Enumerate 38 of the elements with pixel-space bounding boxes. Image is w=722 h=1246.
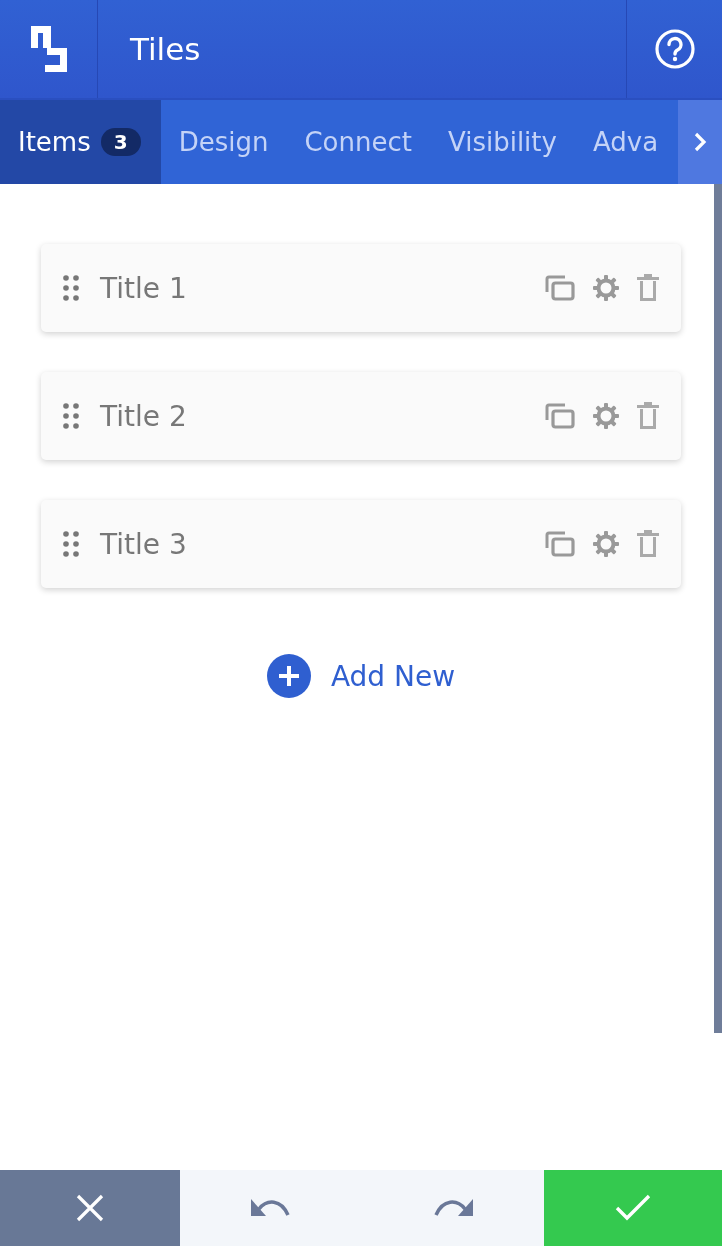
add-new-button[interactable]: Add New [266,654,456,698]
redo-button[interactable] [362,1170,544,1246]
settings-icon[interactable] [592,274,620,302]
settings-icon[interactable] [592,402,620,430]
drag-handle-icon[interactable] [63,531,79,557]
help-icon [653,28,696,70]
item-title: Title 1 [100,271,188,305]
settings-icon[interactable] [592,530,620,558]
chevron-right-icon [693,131,707,153]
checkmark-icon [615,1194,651,1222]
plus-icon [266,654,311,698]
scroll-right-button[interactable] [678,100,722,184]
undo-icon [251,1199,291,1217]
tab[interactable]: Connect [286,100,430,184]
close-icon [76,1194,104,1222]
tab[interactable]: Visibility [429,100,575,184]
tab[interactable]: Adva [574,100,677,184]
item-card[interactable]: Title 1 [41,244,681,332]
item-card[interactable]: Title 3 [41,500,681,588]
delete-icon[interactable] [637,530,659,558]
item-card[interactable]: Title 2 [41,372,681,460]
item-title: Title 3 [100,527,188,561]
scrollbar[interactable] [714,184,722,1033]
undo-button[interactable] [180,1170,362,1246]
tab[interactable]: Items 3 [0,100,161,184]
delete-icon[interactable] [637,402,659,430]
duplicate-icon[interactable] [545,403,575,429]
drag-handle-icon[interactable] [63,403,79,429]
drag-handle-icon[interactable] [63,275,79,301]
duplicate-icon[interactable] [545,531,575,557]
redo-icon [433,1199,473,1217]
logo-icon [28,24,69,74]
count-badge: 3 [100,128,141,156]
duplicate-icon[interactable] [545,275,575,301]
panel-title: Tiles [130,31,201,67]
delete-icon[interactable] [637,274,659,302]
tab[interactable]: Design [160,100,287,184]
item-title: Title 2 [100,399,188,433]
